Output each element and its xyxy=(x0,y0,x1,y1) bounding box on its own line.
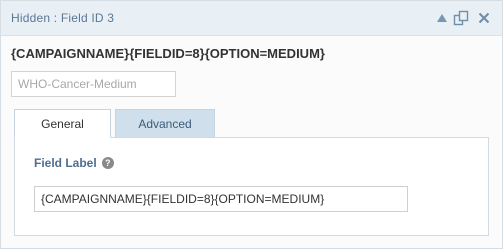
default-value-input[interactable]: WHO-Cancer-Medium xyxy=(11,71,176,97)
merge-tag-text: {CAMPAIGNNAME}{FIELDID=8}{OPTION=MEDIUM} xyxy=(11,46,325,61)
field-label-input[interactable]: {CAMPAIGNNAME}{FIELDID=8}{OPTION=MEDIUM} xyxy=(34,186,408,212)
panel-titlebar: Hidden : Field ID 3 xyxy=(1,1,502,36)
general-tab-panel: Field Label ? {CAMPAIGNNAME}{FIELDID=8}{… xyxy=(14,137,489,236)
help-icon[interactable]: ? xyxy=(101,157,114,169)
field-label-title: Field Label xyxy=(34,156,97,170)
field-label-heading: Field Label ? xyxy=(34,156,114,170)
panel-title: Hidden : Field ID 3 xyxy=(11,11,115,25)
collapse-up-icon[interactable] xyxy=(433,9,451,27)
tab-advanced[interactable]: Advanced xyxy=(115,109,215,138)
field-editor-panel: Hidden : Field ID 3 {CAMPAIGNNAME}{FIELD… xyxy=(0,0,503,249)
close-icon[interactable] xyxy=(475,9,493,27)
tab-general[interactable]: General xyxy=(14,109,111,138)
duplicate-icon[interactable] xyxy=(452,9,470,27)
